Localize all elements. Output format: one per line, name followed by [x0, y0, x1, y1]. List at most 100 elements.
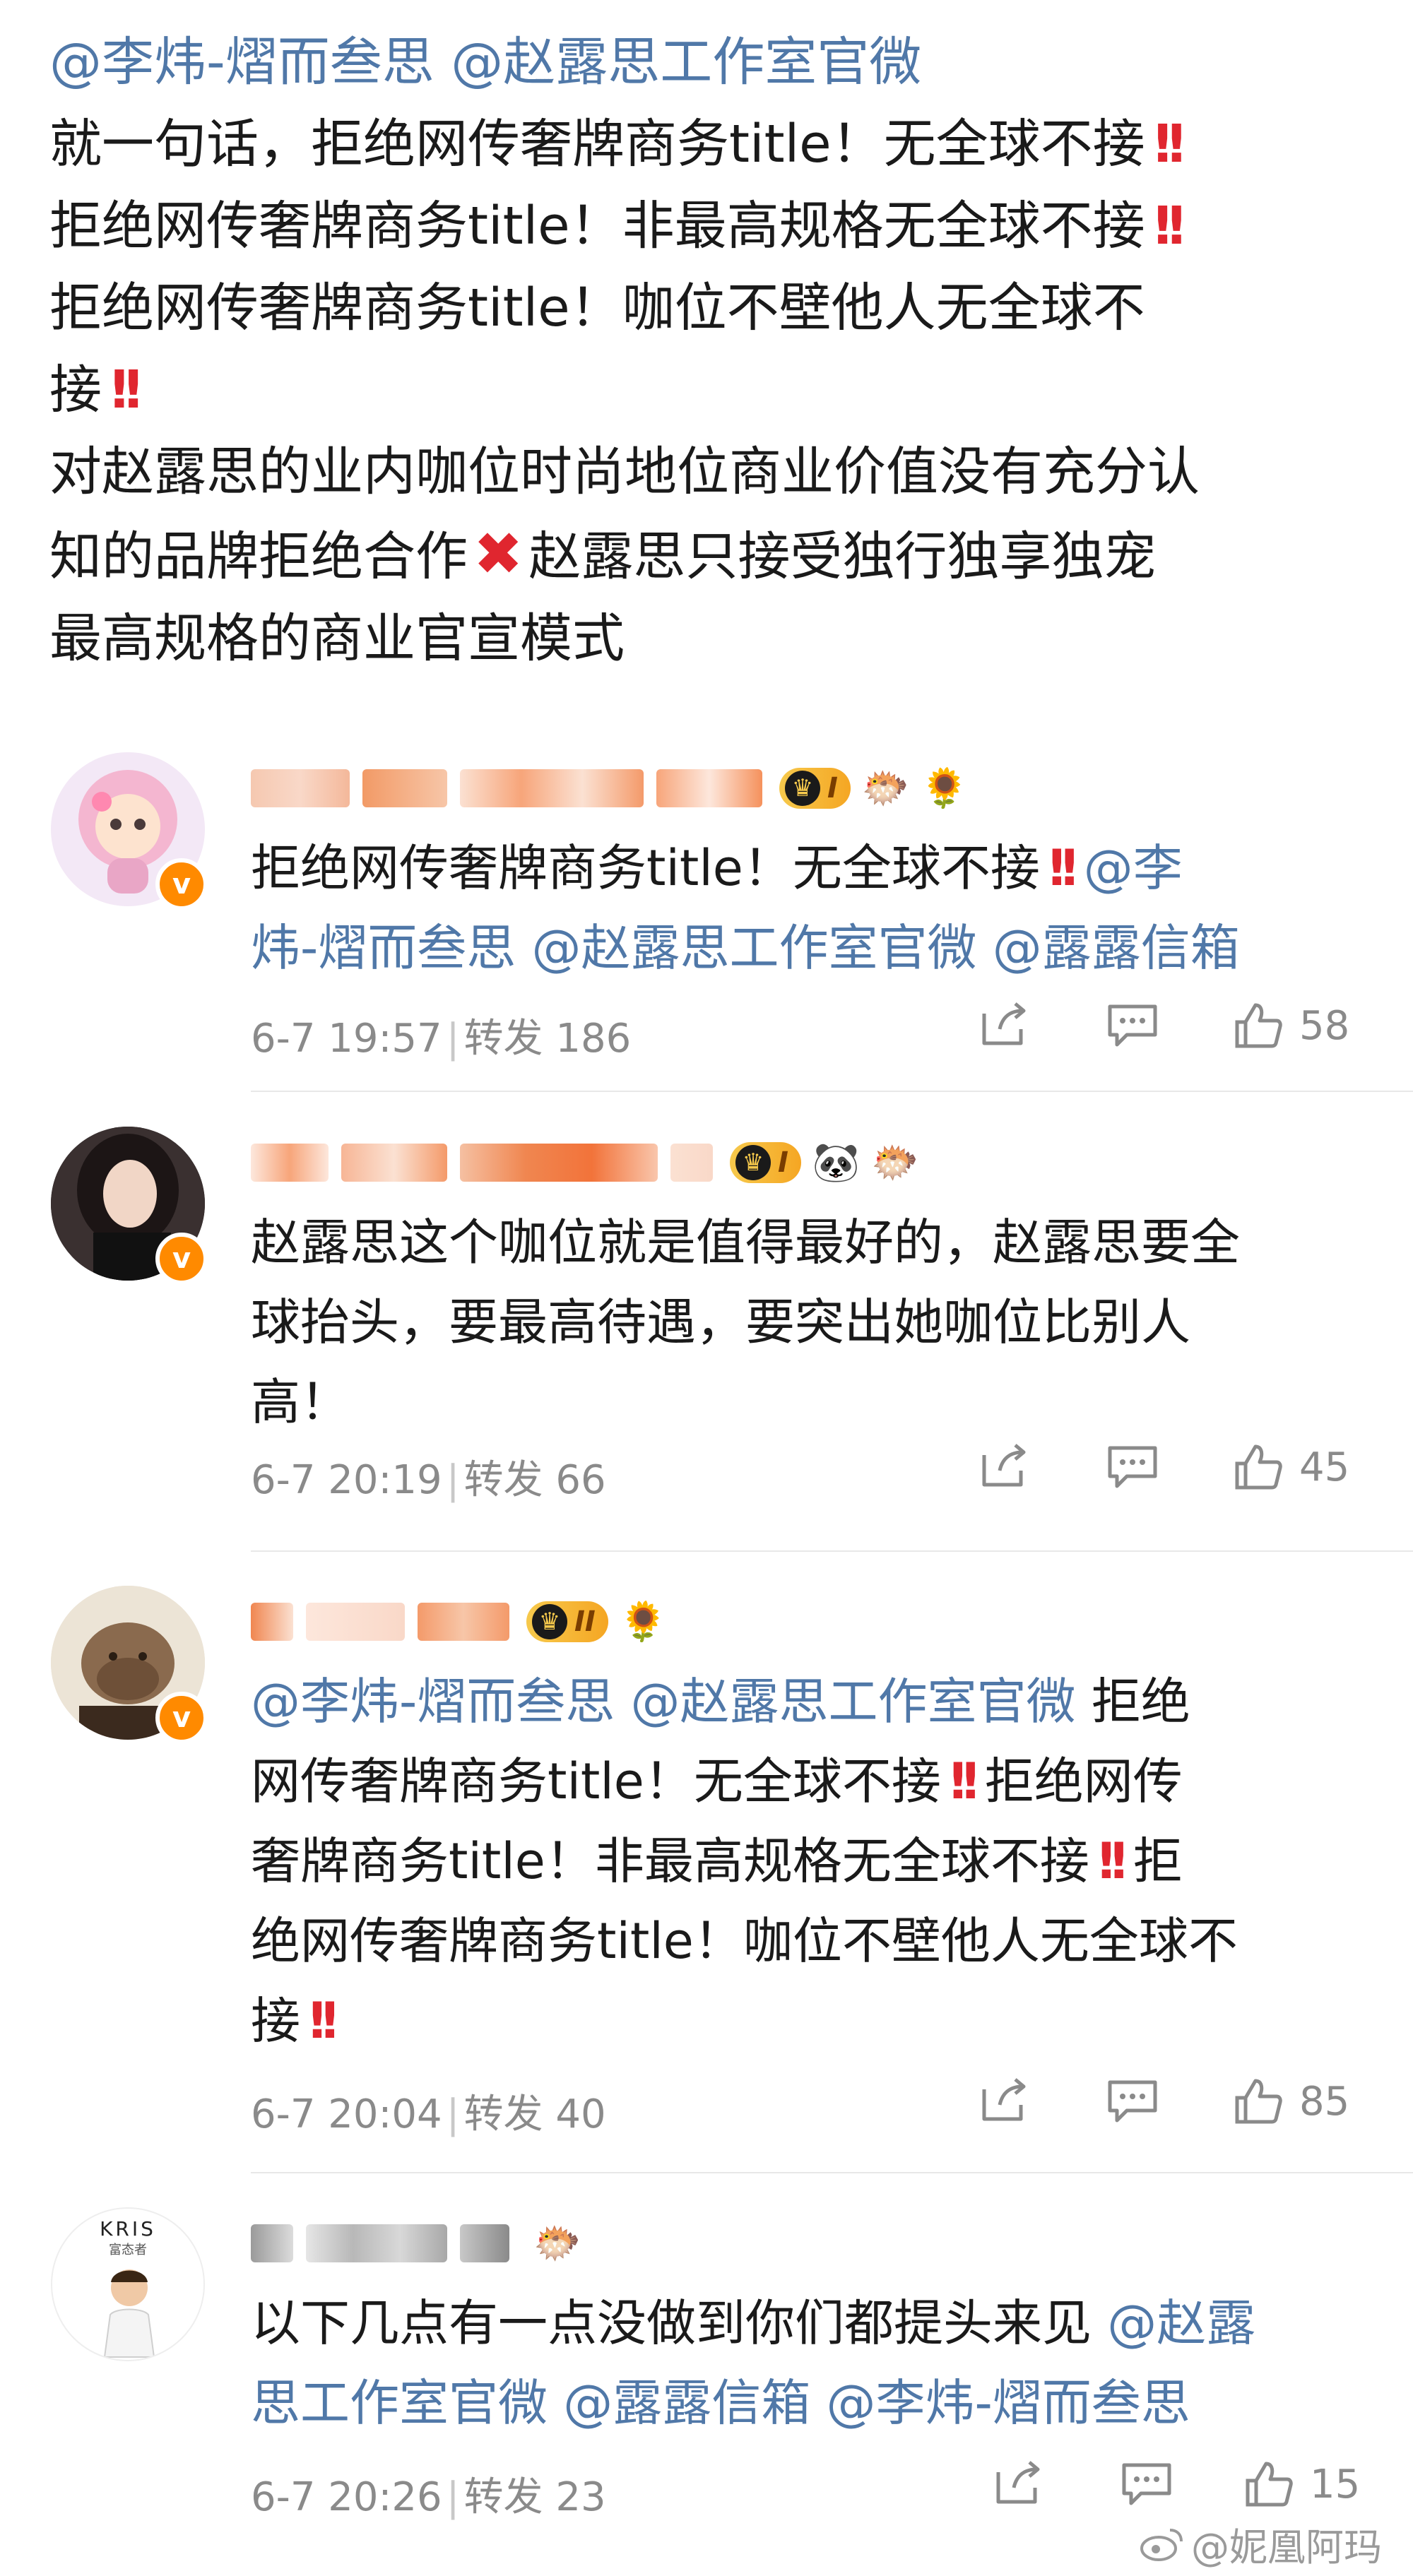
share-icon: [982, 2078, 1026, 2121]
comment-text-segment: 网传奢牌商务title！无全球不接: [251, 1752, 941, 1810]
comment-icon: [1108, 1446, 1157, 1488]
post-text: 拒绝网传奢牌商务title！非最高规格无全球不接: [49, 196, 1145, 256]
post-line: 知的品牌拒绝合作✖ 赵露思只接受独行独享独宠: [49, 513, 1378, 598]
comment-text-segment: 拒绝网传: [984, 1752, 1183, 1810]
share-icon: [982, 1444, 1026, 1487]
post-line: 拒绝网传奢牌商务title！咖位不壁他人无全球不: [49, 267, 1378, 349]
share-button[interactable]: [979, 1001, 1029, 1049]
comment-meta: 6-7 20:04 | 转发 40: [251, 2091, 606, 2137]
comment-mention[interactable]: @赵露: [1107, 2294, 1255, 2352]
post-line: @李炜-熠而叁思 @赵露思工作室官微: [49, 21, 1378, 103]
comment-date: 6-7 20:26: [251, 2474, 442, 2520]
comment-text-line: 高！: [251, 1373, 350, 1431]
username-blurred[interactable]: ♛ I 🐼 🐡: [251, 1138, 918, 1187]
thumbs-up-icon: [1235, 2079, 1282, 2124]
comment-date: 6-7 20:04: [251, 2091, 442, 2137]
like-button[interactable]: 15: [1243, 2459, 1360, 2509]
comment-meta: 6-7 19:57 | 转发 186: [251, 1016, 632, 1062]
avatar[interactable]: KRIS 富态者: [51, 2207, 205, 2361]
vip-rank-badge: ♛ II: [526, 1601, 608, 1642]
comment-mention[interactable]: 炜-熠而叁思 @赵露思工作室官微 @露露信箱: [251, 919, 1240, 977]
repost-label: 转发: [463, 1016, 543, 1062]
username-blurred[interactable]: ♛ II 🌻: [251, 1597, 667, 1646]
repost-count: 40: [555, 2091, 606, 2137]
username-blurred[interactable]: ♛ I 🐡 🌻: [251, 764, 968, 813]
comment-text: 拒绝网传奢牌商务title！无全球不接!! @李 炜-熠而叁思 @赵露思工作室官微…: [251, 829, 1240, 988]
like-button[interactable]: 58: [1233, 1001, 1349, 1050]
repost-label: 转发: [463, 1457, 543, 1503]
flower-emoji-icon: 🌻: [619, 1599, 668, 1644]
comment-text-segment: 奢牌商务title！非最高规格无全球不接: [251, 1832, 1089, 1890]
post-line: 最高规格的商业官宣模式: [49, 598, 1378, 679]
comment-button[interactable]: [1106, 1442, 1159, 1490]
comment-mention[interactable]: @李炜-熠而叁思 @赵露思工作室官微: [251, 1673, 1076, 1731]
divider: [251, 1091, 1413, 1092]
watermark-text: @妮凰阿玛: [1191, 2525, 1382, 2570]
post-text: 拒绝网传奢牌商务title！咖位不壁他人无全球不: [49, 278, 1145, 338]
comment-text-segment: 绝网传奢牌商务title！咖位不壁他人无全球不: [251, 1912, 1238, 1970]
comment-date: 6-7 19:57: [251, 1016, 442, 1062]
post-text: 知的品牌拒绝合作: [49, 526, 468, 587]
double-exclamation-icon: !!: [1150, 196, 1188, 256]
comment-meta: 6-7 20:19 | 转发 66: [251, 1457, 606, 1503]
double-exclamation-icon: !!: [1094, 1832, 1130, 1890]
comment-text-segment: 拒绝网传奢牌商务title！无全球不接: [251, 839, 1040, 897]
repost-count: 186: [555, 1016, 632, 1062]
share-button[interactable]: [979, 1442, 1029, 1490]
double-exclamation-icon: !!: [306, 1992, 341, 2050]
double-exclamation-icon: !!: [1150, 114, 1188, 174]
username-blurred[interactable]: 🐡: [251, 2219, 581, 2268]
repost-count: 23: [555, 2474, 606, 2520]
post-mention[interactable]: @李炜-熠而叁思 @赵露思工作室官微: [49, 32, 921, 93]
post-line: 对赵露思的业内咖位时尚地位商业价值没有充分认: [49, 431, 1378, 513]
fish-emoji-icon: 🐡: [861, 766, 910, 810]
divider: [251, 1550, 1413, 1552]
panda-emoji-icon: 🐼: [812, 1140, 861, 1185]
post-text: 最高规格的商业官宣模式: [49, 608, 625, 669]
comment-text: 赵露思这个咖位就是值得最好的，赵露思要全 球抬头，要最高待遇，要突出她咖位比别人…: [251, 1203, 1240, 1442]
rank-label: II: [574, 1605, 596, 1638]
vip-rank-badge: ♛ I: [730, 1142, 801, 1183]
crown-icon: ♛: [735, 1145, 771, 1180]
share-icon: [996, 2461, 1040, 2504]
repost-label: 转发: [463, 2091, 543, 2137]
repost-count: 66: [555, 1457, 606, 1503]
like-button[interactable]: 45: [1233, 1442, 1349, 1492]
post-text: 对赵露思的业内咖位时尚地位商业价值没有充分认: [49, 441, 1200, 502]
thumbs-up-icon: [1235, 1444, 1282, 1490]
comment-button[interactable]: [1106, 2077, 1159, 2125]
cross-mark-icon: ✖: [473, 519, 524, 588]
like-count: 15: [1310, 2461, 1361, 2507]
verified-badge: v: [155, 1692, 208, 1744]
fish-emoji-icon: 🐡: [533, 2221, 581, 2265]
like-button[interactable]: 85: [1233, 2077, 1349, 2126]
weibo-logo-icon: [1140, 2528, 1183, 2561]
comment-icon: [1108, 1004, 1157, 1047]
comment-text: 以下几点有一点没做到你们都提头来见 @赵露 思工作室官微 @露露信箱 @李炜-熠…: [251, 2284, 1255, 2443]
post-line: 就一句话，拒绝网传奢牌商务title！无全球不接!!: [49, 103, 1378, 185]
verified-badge: v: [155, 1233, 208, 1285]
double-exclamation-icon: !!: [946, 1752, 982, 1810]
like-count: 85: [1299, 2078, 1350, 2125]
share-button[interactable]: [979, 2077, 1029, 2125]
comment-button[interactable]: [1120, 2459, 1173, 2507]
rank-label: I: [778, 1146, 788, 1179]
watermark: @妮凰阿玛: [1139, 2516, 1382, 2572]
divider: [251, 2172, 1413, 2173]
post-text: 就一句话，拒绝网传奢牌商务title！无全球不接: [49, 114, 1145, 174]
flower-emoji-icon: 🌻: [921, 766, 969, 810]
comment-text: @李炜-熠而叁思 @赵露思工作室官微 拒绝 网传奢牌商务title！无全球不接!…: [251, 1662, 1238, 2061]
thumbs-up-icon: [1235, 1003, 1282, 1048]
comment-date: 6-7 20:19: [251, 1457, 442, 1503]
comment-text-segment: 接: [251, 1992, 300, 2050]
comment-text-segment: 拒绝: [1075, 1673, 1190, 1731]
comment-text-segment: 以下几点有一点没做到你们都提头来见: [251, 2294, 1108, 2352]
vip-rank-badge: ♛ I: [779, 768, 851, 809]
comment-text-segment: 拒: [1133, 1832, 1183, 1890]
comment-mention[interactable]: 思工作室官微 @露露信箱 @李炜-熠而叁思: [251, 2374, 1190, 2432]
comment-mention[interactable]: @李: [1084, 839, 1183, 897]
share-icon: [982, 1002, 1026, 1045]
verified-badge: v: [155, 858, 208, 910]
share-button[interactable]: [993, 2459, 1044, 2507]
comment-button[interactable]: [1106, 1001, 1159, 1049]
